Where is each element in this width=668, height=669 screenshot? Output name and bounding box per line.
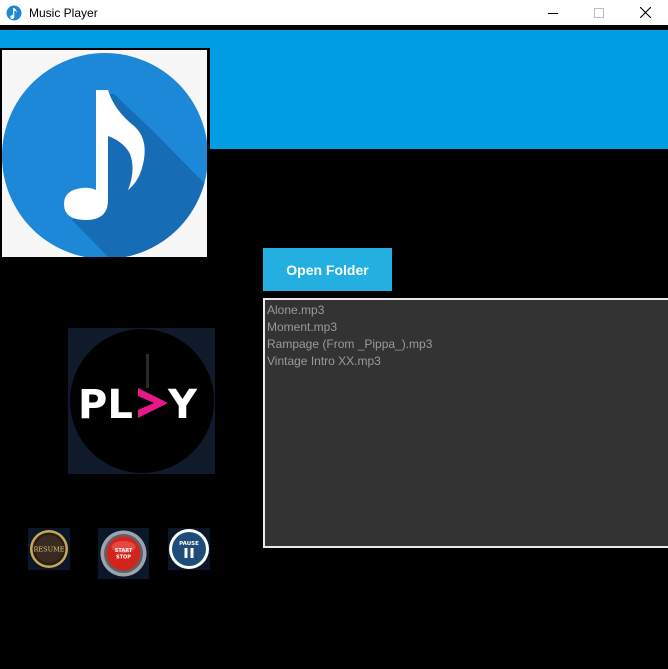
pause-icon: PAUSE [169, 529, 209, 569]
music-logo [0, 48, 209, 259]
list-item[interactable]: Moment.mp3 [267, 319, 668, 336]
resume-button[interactable]: RESUME [28, 528, 70, 570]
maximize-icon [594, 7, 604, 18]
header-band [210, 30, 668, 149]
open-folder-button[interactable]: Open Folder [263, 248, 392, 291]
pause-label: PAUSE [179, 541, 199, 547]
title-bar: Music Player [0, 0, 668, 25]
start-stop-button[interactable]: START STOP [98, 528, 149, 579]
minimize-icon [548, 12, 558, 14]
list-item[interactable]: Rampage (From _Pippa_).mp3 [267, 336, 668, 353]
list-item[interactable]: Alone.mp3 [267, 302, 668, 319]
window-title: Music Player [29, 5, 98, 20]
maximize-button[interactable] [576, 0, 622, 25]
resume-label: RESUME [34, 546, 65, 554]
playlist[interactable]: Alone.mp3 Moment.mp3 Rampage (From _Pipp… [263, 298, 668, 548]
play-text-left: PL [78, 382, 133, 428]
play-text-right: Y [167, 382, 198, 428]
pause-button[interactable]: PAUSE [168, 528, 210, 570]
play-logo-icon: PL Y [68, 328, 215, 474]
header-band-left [0, 30, 210, 48]
list-item[interactable]: Vintage Intro XX.mp3 [267, 353, 668, 370]
start-stop-icon: START STOP [100, 530, 147, 577]
minimize-button[interactable] [530, 0, 576, 25]
start-label: START [115, 548, 133, 554]
stop-label: STOP [116, 555, 131, 561]
app-icon [6, 5, 22, 21]
close-button[interactable] [622, 0, 668, 25]
music-note-icon [2, 53, 207, 257]
play-artwork: PL Y [68, 328, 215, 474]
resume-icon: RESUME [30, 530, 68, 568]
close-icon [639, 7, 651, 18]
